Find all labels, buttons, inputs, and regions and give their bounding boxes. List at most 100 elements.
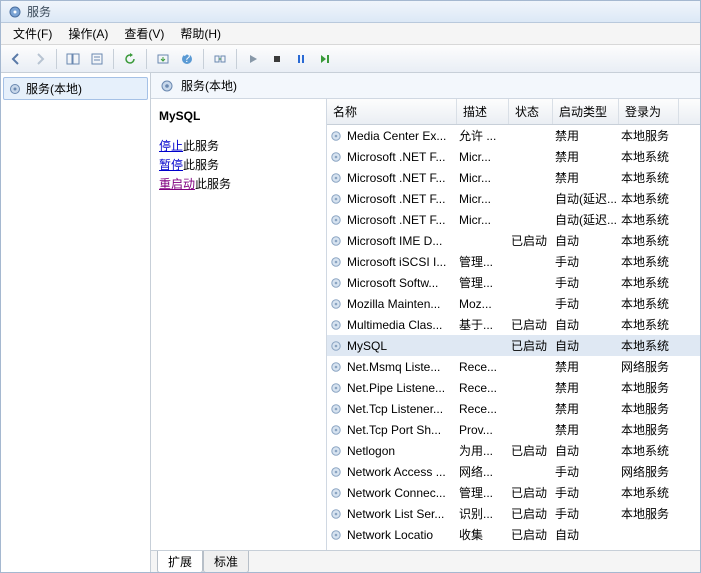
connect-button[interactable] (209, 48, 231, 70)
service-startup: 自动 (555, 526, 621, 543)
service-logon: 网络服务 (621, 358, 681, 375)
service-status: 已启动 (511, 316, 555, 333)
service-name: Microsoft .NET F... (347, 171, 459, 185)
service-logon: 本地系统 (621, 295, 681, 312)
service-desc: Micr... (459, 213, 511, 227)
service-row[interactable]: Microsoft .NET F...Micr...禁用本地系统 (327, 167, 700, 188)
service-name: Mozilla Mainten... (347, 297, 459, 311)
service-logon: 本地系统 (621, 274, 681, 291)
gear-icon (329, 528, 343, 542)
menu-help[interactable]: 帮助(H) (172, 23, 229, 44)
service-logon: 本地系统 (621, 232, 681, 249)
gear-icon (329, 423, 343, 437)
gear-icon (329, 276, 343, 290)
col-startup[interactable]: 启动类型 (553, 99, 619, 124)
gear-icon (329, 507, 343, 521)
toolbar-separator (146, 49, 147, 69)
service-startup: 自动(延迟... (555, 190, 621, 207)
service-desc: 收集 (459, 526, 511, 543)
pause-service-link[interactable]: 暂停 (159, 158, 183, 172)
restart-button[interactable] (314, 48, 336, 70)
service-row[interactable]: Microsoft Softw...管理...手动本地系统 (327, 272, 700, 293)
restart-service-link[interactable]: 重启动 (159, 177, 195, 191)
service-row[interactable]: Net.Tcp Port Sh...Prov...禁用本地服务 (327, 419, 700, 440)
stop-service-link[interactable]: 停止 (159, 139, 183, 153)
service-startup: 禁用 (555, 400, 621, 417)
export-button[interactable] (152, 48, 174, 70)
service-logon: 本地服务 (621, 505, 681, 522)
menu-bar: 文件(F) 操作(A) 查看(V) 帮助(H) (1, 23, 700, 45)
list-body[interactable]: Media Center Ex...允许 ...禁用本地服务Microsoft … (327, 125, 700, 550)
sub-header: 服务(本地) (151, 73, 700, 99)
col-status[interactable]: 状态 (509, 99, 553, 124)
service-status: 已启动 (511, 442, 555, 459)
service-row[interactable]: Multimedia Clas...基于...已启动自动本地系统 (327, 314, 700, 335)
service-desc: Micr... (459, 171, 511, 185)
show-hide-tree-button[interactable] (62, 48, 84, 70)
service-row[interactable]: Netlogon为用...已启动自动本地系统 (327, 440, 700, 461)
service-name: Microsoft Softw... (347, 276, 459, 290)
back-button[interactable] (5, 48, 27, 70)
service-row[interactable]: Microsoft IME D...已启动自动本地系统 (327, 230, 700, 251)
service-row[interactable]: Microsoft .NET F...Micr...禁用本地系统 (327, 146, 700, 167)
service-row[interactable]: Microsoft iSCSI I...管理...手动本地系统 (327, 251, 700, 272)
menu-action[interactable]: 操作(A) (60, 23, 116, 44)
service-row[interactable]: Media Center Ex...允许 ...禁用本地服务 (327, 125, 700, 146)
service-name: Net.Pipe Listene... (347, 381, 459, 395)
sub-header-label: 服务(本地) (181, 77, 237, 94)
col-logon[interactable]: 登录为 (619, 99, 679, 124)
service-desc: 识别... (459, 505, 511, 522)
menu-view[interactable]: 查看(V) (116, 23, 172, 44)
help-button[interactable]: ? (176, 48, 198, 70)
service-logon: 本地服务 (621, 379, 681, 396)
service-row[interactable]: MySQL已启动自动本地系统 (327, 335, 700, 356)
pause-button[interactable] (290, 48, 312, 70)
service-logon: 本地服务 (621, 127, 681, 144)
service-status: 已启动 (511, 232, 555, 249)
gear-icon (329, 150, 343, 164)
col-name[interactable]: 名称 (327, 99, 457, 124)
tree-pane: 服务(本地) (1, 73, 151, 572)
service-name: Net.Tcp Port Sh... (347, 423, 459, 437)
gear-icon (329, 297, 343, 311)
gear-icon (329, 339, 343, 353)
service-row[interactable]: Microsoft .NET F...Micr...自动(延迟...本地系统 (327, 209, 700, 230)
tab-standard[interactable]: 标准 (203, 551, 249, 573)
service-name: Microsoft iSCSI I... (347, 255, 459, 269)
service-logon: 本地系统 (621, 190, 681, 207)
service-logon: 网络服务 (621, 463, 681, 480)
service-row[interactable]: Network Access ...网络...手动网络服务 (327, 461, 700, 482)
service-list: 名称 描述 状态 启动类型 登录为 Media Center Ex...允许 .… (327, 99, 700, 550)
service-row[interactable]: Net.Tcp Listener...Rece...禁用本地服务 (327, 398, 700, 419)
col-desc[interactable]: 描述 (457, 99, 509, 124)
svg-text:?: ? (184, 52, 191, 65)
service-row[interactable]: Net.Msmq Liste...Rece...禁用网络服务 (327, 356, 700, 377)
service-row[interactable]: Net.Pipe Listene...Rece...禁用本地服务 (327, 377, 700, 398)
service-startup: 禁用 (555, 379, 621, 396)
service-row[interactable]: Network Connec...管理...已启动手动本地系统 (327, 482, 700, 503)
service-desc: Micr... (459, 150, 511, 164)
services-icon (7, 4, 23, 20)
menu-file[interactable]: 文件(F) (5, 23, 60, 44)
service-name: MySQL (347, 339, 459, 353)
service-logon: 本地系统 (621, 148, 681, 165)
service-desc: 管理... (459, 484, 511, 501)
forward-button[interactable] (29, 48, 51, 70)
start-button[interactable] (242, 48, 264, 70)
list-header: 名称 描述 状态 启动类型 登录为 (327, 99, 700, 125)
service-row[interactable]: Mozilla Mainten...Moz...手动本地系统 (327, 293, 700, 314)
service-startup: 自动(延迟... (555, 211, 621, 228)
gear-icon (329, 171, 343, 185)
service-row[interactable]: Microsoft .NET F...Micr...自动(延迟...本地系统 (327, 188, 700, 209)
properties-button[interactable] (86, 48, 108, 70)
stop-button[interactable] (266, 48, 288, 70)
service-desc: 基于... (459, 316, 511, 333)
refresh-button[interactable] (119, 48, 141, 70)
service-desc: Prov... (459, 423, 511, 437)
service-desc: 允许 ... (459, 127, 511, 144)
service-row[interactable]: Network List Ser...识别...已启动手动本地服务 (327, 503, 700, 524)
service-row[interactable]: Network Locatio收集已启动自动 (327, 524, 700, 545)
gear-icon (329, 255, 343, 269)
tab-extended[interactable]: 扩展 (157, 551, 203, 573)
tree-root-node[interactable]: 服务(本地) (3, 77, 148, 100)
